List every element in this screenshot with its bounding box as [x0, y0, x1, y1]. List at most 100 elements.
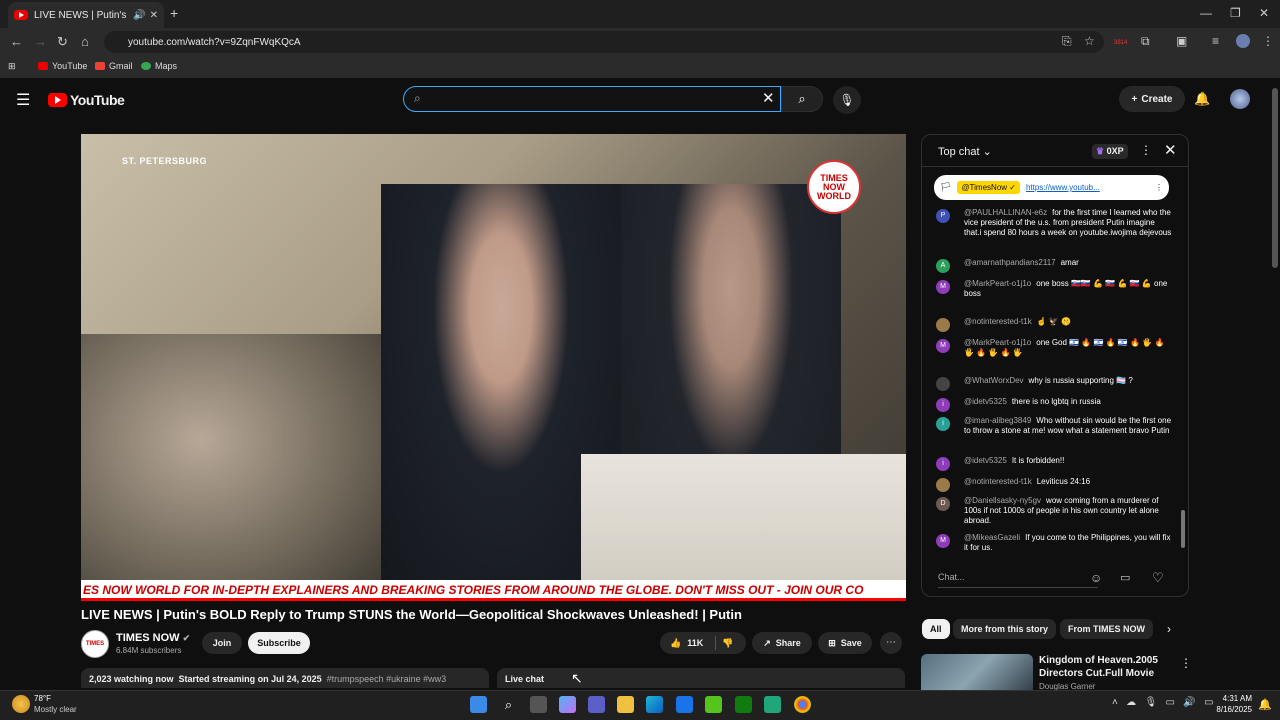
chat-message[interactable]: i @idetv5325 It is forbidden!! [936, 456, 1172, 471]
chat-message[interactable]: M @MikeasGazeli If you come to the Philip… [936, 533, 1172, 553]
chat-scrollbar[interactable] [1181, 173, 1185, 555]
address-bar[interactable]: youtube.com/watch?v=9ZqnFWqKQcA [104, 31, 1104, 53]
xbox-icon[interactable] [735, 696, 752, 713]
chat-message[interactable]: M @MarkPeart-o1j1o one God 🇮🇱 🔥 🇮🇱 🔥 🇮🇱 🔥… [936, 338, 1172, 358]
edge-icon[interactable] [646, 696, 663, 713]
mail-icon[interactable] [676, 696, 693, 713]
chat-scrollbar-thumb[interactable] [1181, 510, 1185, 548]
forward-button[interactable]: → [34, 34, 47, 49]
chat-message[interactable]: i @iman-alibeg3849 Who without sin would … [936, 416, 1172, 436]
minimize-button[interactable]: — [1200, 6, 1212, 20]
notifications-bell-icon[interactable]: 🔔 [1194, 91, 1210, 107]
new-tab-button[interactable]: + [170, 5, 178, 21]
search-button[interactable]: ⌕ [781, 86, 823, 112]
copilot-icon[interactable] [559, 696, 576, 713]
chip-all[interactable]: All [922, 619, 950, 639]
chat-mode-dropdown[interactable]: Top chat ⌄ [938, 145, 992, 158]
description-box[interactable]: 2,023 watching now Started streaming on … [81, 668, 489, 688]
video-frame-table [581, 454, 906, 599]
chip-more-from-story[interactable]: More from this story [953, 619, 1057, 639]
emoji-icon[interactable]: ☺ [1090, 571, 1102, 585]
chrome-icon[interactable] [794, 696, 811, 713]
search-input[interactable] [432, 91, 752, 107]
reading-list-icon[interactable]: ≡ [1212, 34, 1219, 48]
bookmark-maps[interactable]: Maps [141, 61, 177, 71]
join-button[interactable]: Join [202, 632, 242, 654]
bookmark-youtube[interactable]: YouTube [38, 61, 87, 71]
chip-from-times-now[interactable]: From TIMES NOW [1060, 619, 1153, 639]
hamburger-menu-icon[interactable]: ☰ [16, 90, 30, 110]
chat-message[interactable]: P @PAULHALLINAN-e6z for the first time I … [936, 208, 1172, 238]
account-avatar[interactable] [1230, 89, 1250, 109]
more-actions-button[interactable]: ⋯ [880, 632, 902, 654]
recommended-video-thumbnail[interactable] [921, 654, 1033, 690]
home-button[interactable]: ⌂ [81, 34, 89, 49]
chat-input[interactable]: Chat... [938, 568, 1098, 588]
chat-close-icon[interactable]: ✕ [1164, 141, 1177, 159]
side-panel-icon[interactable]: ▣ [1176, 34, 1187, 48]
bookmark-gmail[interactable]: Gmail [95, 61, 133, 71]
thumbs-down-icon[interactable]: 👎 [722, 638, 733, 649]
notification-bell-icon[interactable]: 🔔 [1258, 698, 1272, 711]
search-box[interactable]: ⌕ ✕ [403, 86, 781, 112]
chat-message[interactable]: D @Daniellsasky-ny5gv wow coming from a m… [936, 496, 1172, 526]
chat-more-icon[interactable]: ⋮ [1140, 143, 1152, 157]
live-progress-bar[interactable] [81, 598, 906, 601]
kick-icon[interactable] [705, 696, 722, 713]
weather-icon[interactable] [12, 695, 30, 713]
chat-author: @MarkPeart-o1j1o [964, 338, 1032, 347]
voice-search-icon[interactable]: 🎙 [833, 86, 861, 114]
system-tray-icons[interactable]: ˄ ☁ 🎙 ▭ 🔊 ▭ [1112, 697, 1214, 708]
apps-grid-icon[interactable]: ⊞ [8, 61, 16, 72]
browser-tab[interactable]: LIVE NEWS | Putin's BOLD R 🔊 ✕ [8, 2, 164, 28]
hashtags[interactable]: #trumpspeech #ukraine #ww3 [327, 674, 447, 684]
teams-icon[interactable] [588, 696, 605, 713]
xp-badge[interactable]: ♛ 0XP [1092, 144, 1128, 159]
live-chat-toggle[interactable]: Live chat [497, 668, 905, 688]
heart-icon[interactable]: ♡ [1152, 570, 1164, 586]
bookmark-star-icon[interactable]: ☆ [1084, 34, 1095, 48]
pinned-more-icon[interactable]: ⋮ [1155, 183, 1163, 192]
install-app-icon[interactable]: ⎘ [1062, 34, 1072, 49]
maximize-button[interactable]: ❐ [1230, 6, 1241, 20]
file-explorer-icon[interactable] [617, 696, 634, 713]
video-player[interactable]: ST. PETERSBURG TIMES NOW WORLD [81, 134, 906, 599]
clear-search-icon[interactable]: ✕ [762, 89, 775, 107]
save-button[interactable]: ⊞ Save [818, 632, 872, 654]
chat-message[interactable]: i @idetv5325 there is no lgbtq in russia [936, 397, 1172, 412]
speaker-icon[interactable]: 🔊 [133, 10, 145, 21]
chat-message[interactable]: @notinterested-t1k Leviticus 24:16 [936, 477, 1172, 492]
channel-name[interactable]: TIMES NOW ✔ [116, 632, 190, 644]
extensions-icon[interactable]: ⧉ [1141, 34, 1150, 49]
subscribe-button[interactable]: Subscribe [248, 632, 310, 654]
browser-menu-icon[interactable]: ⋮ [1262, 34, 1274, 48]
super-chat-icon[interactable]: ▭ [1120, 571, 1130, 584]
start-windows-icon[interactable] [470, 696, 487, 713]
create-button[interactable]: + Create [1119, 86, 1185, 112]
tab-close-icon[interactable]: ✕ [150, 10, 158, 21]
like-button[interactable]: 👍 11K 👎 [660, 632, 746, 654]
clock-date[interactable]: 8/16/2025 [1210, 705, 1252, 714]
reload-button[interactable]: ↻ [57, 34, 68, 50]
recommended-video-title[interactable]: Kingdom of Heaven.2005 Directors Cut.Ful… [1039, 654, 1179, 680]
pinned-link[interactable]: https://www.youtub... [1026, 183, 1100, 192]
youtube-logo[interactable]: YouTube [48, 92, 125, 108]
chat-message[interactable]: @WhatWorxDev why is russia supporting 🏳️‍… [936, 376, 1172, 391]
clock-time[interactable]: 4:31 AM [1214, 694, 1252, 703]
chat-message[interactable]: @notinterested-t1k ☝️ 🦅 🤫 [936, 317, 1172, 332]
chat-message[interactable]: A @amarnathpandians2117 amar [936, 258, 1172, 273]
app-icon[interactable] [764, 696, 781, 713]
chat-message[interactable]: M @MarkPeart-o1j1o one boss 🇸🇰🇸🇰 💪 🇸🇰 💪 🇸… [936, 279, 1172, 299]
page-scrollbar[interactable] [1272, 88, 1278, 268]
share-button[interactable]: ↗ Share [752, 632, 812, 654]
recommended-more-icon[interactable]: ⋮ [1180, 656, 1192, 670]
profile-avatar[interactable] [1236, 34, 1250, 48]
channel-avatar[interactable]: TIMES NOW [81, 630, 109, 658]
task-view-icon[interactable] [530, 696, 547, 713]
back-button[interactable]: ← [10, 34, 23, 49]
extension-badge[interactable]: 3814 [1114, 40, 1127, 46]
pinned-message[interactable]: 🏳 @TimesNow ✓ https://www.youtub... ⋮ [934, 175, 1169, 200]
search-taskbar-icon[interactable]: ⌕ [500, 696, 517, 713]
chevron-right-icon[interactable]: › [1167, 622, 1171, 636]
window-close-button[interactable]: ✕ [1259, 6, 1269, 20]
